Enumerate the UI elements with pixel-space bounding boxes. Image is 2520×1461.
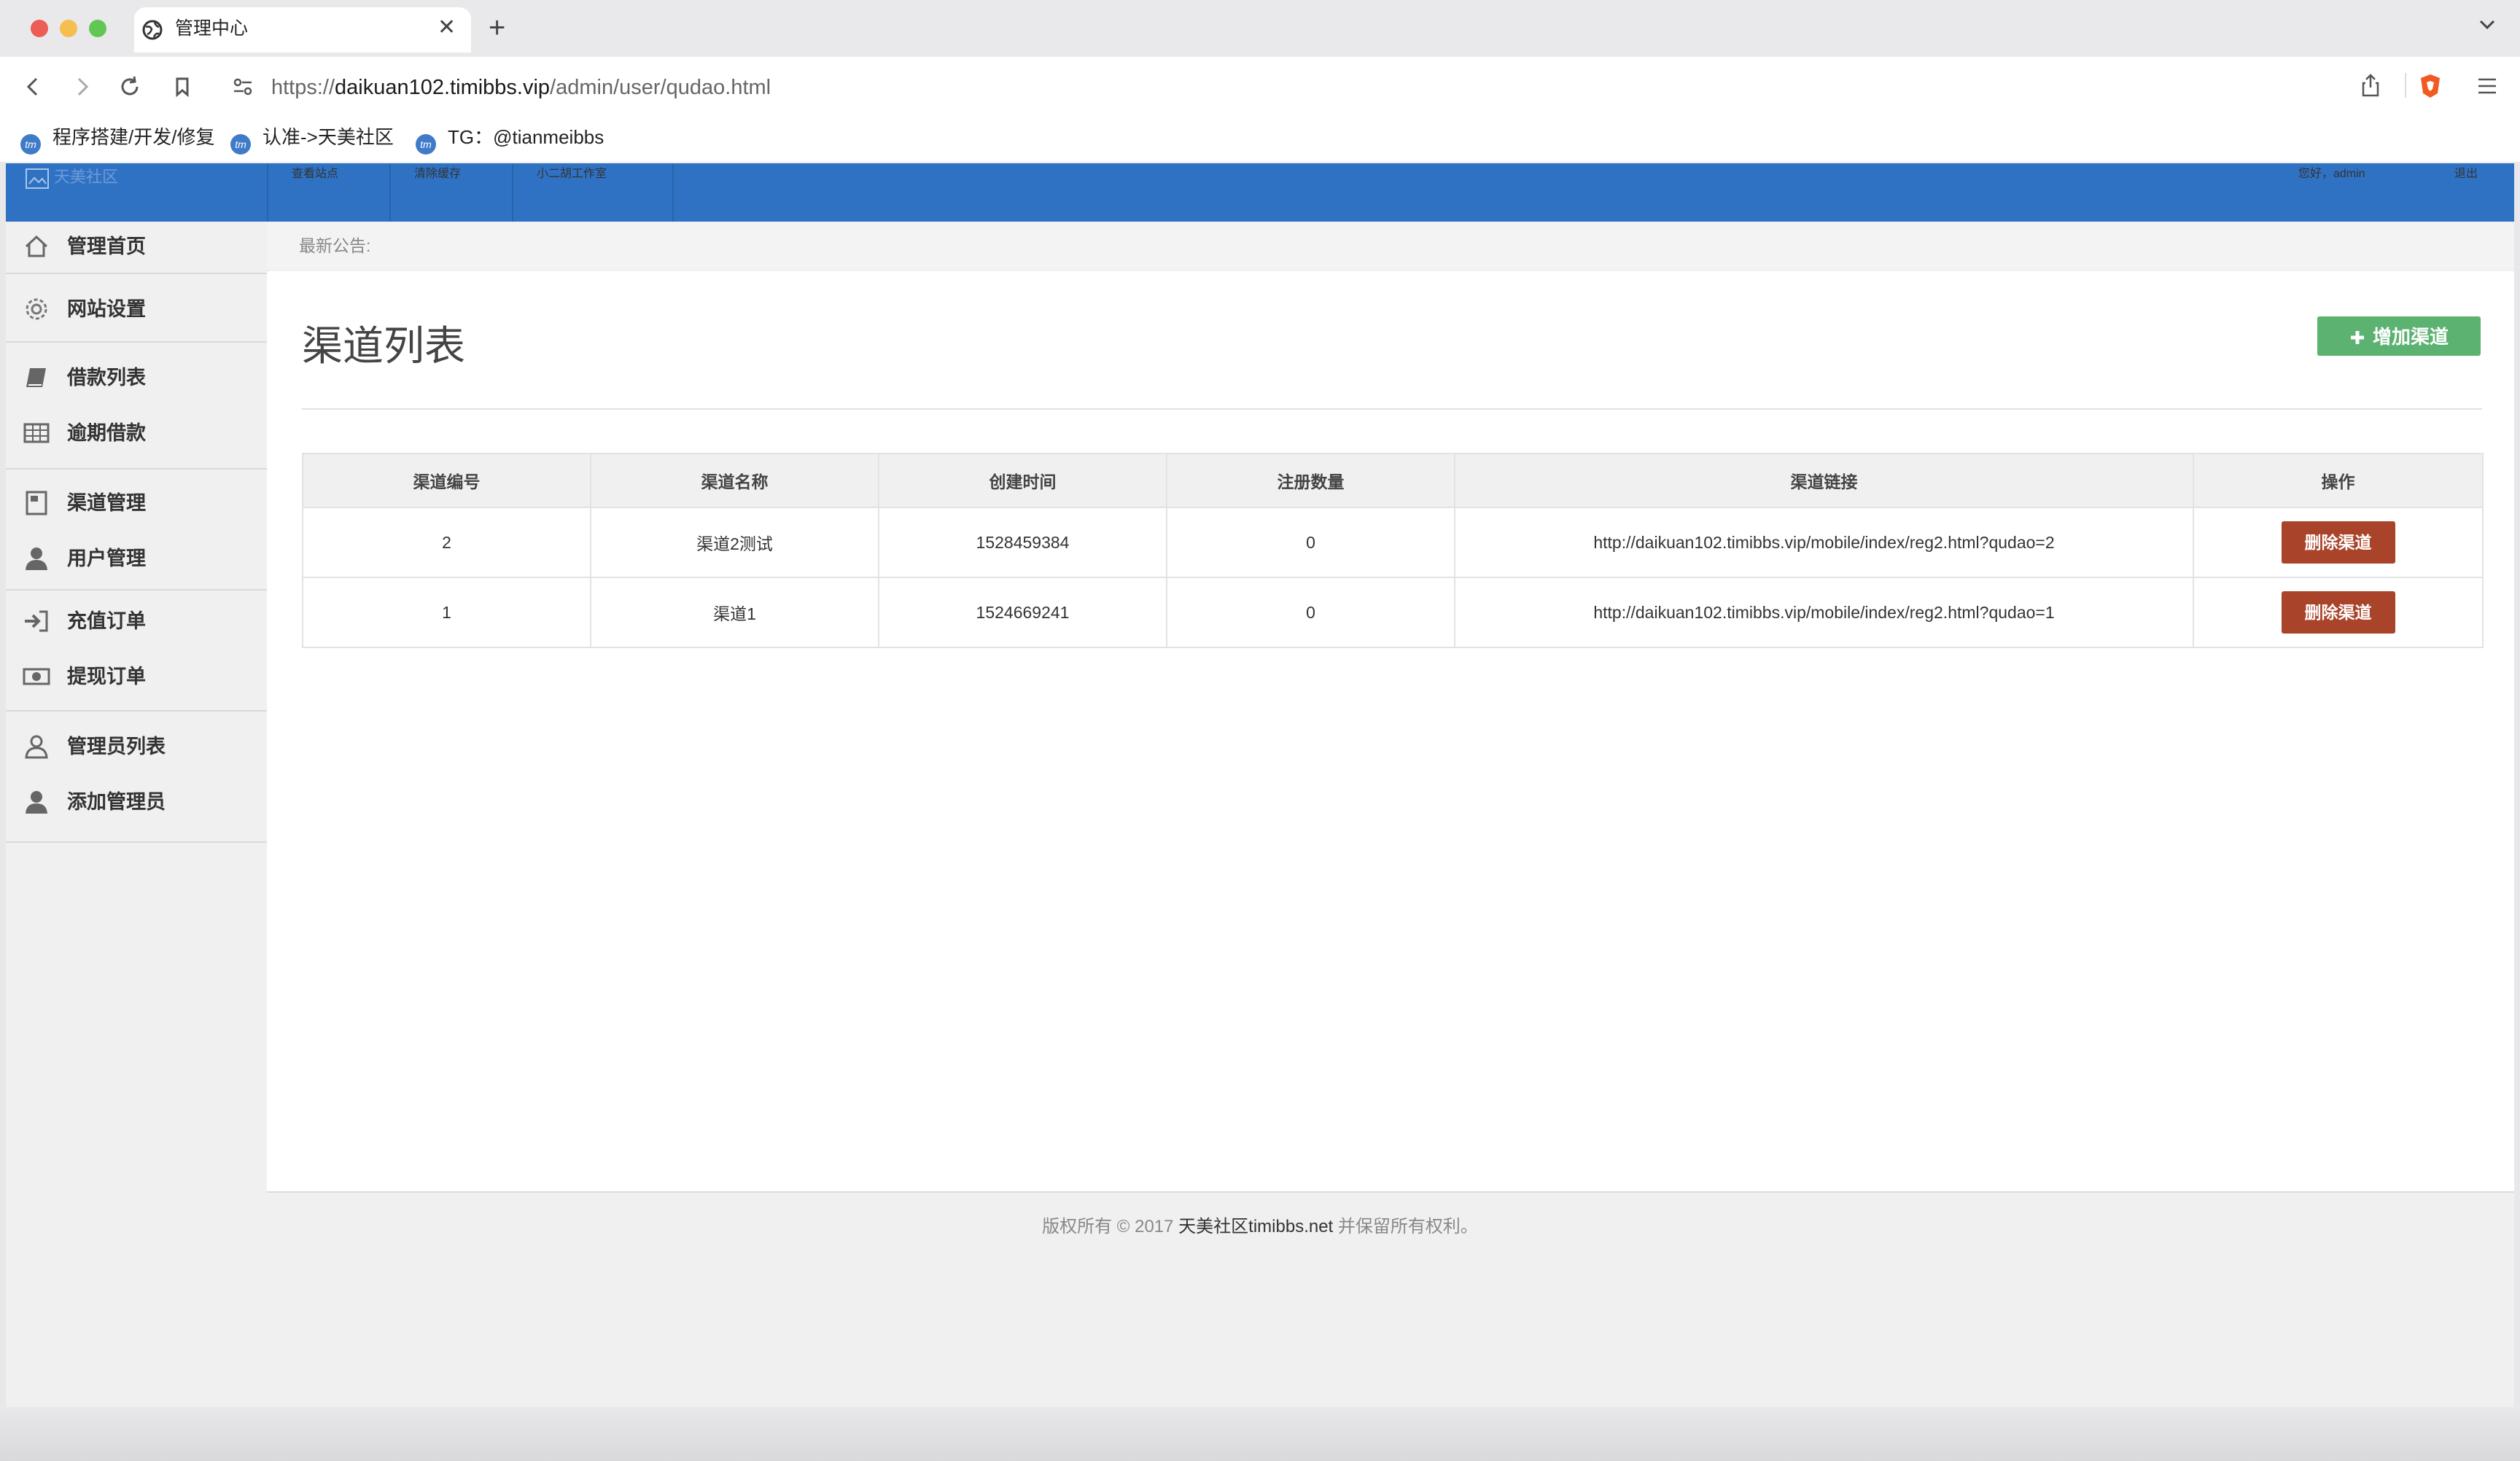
nav-divider bbox=[512, 163, 513, 222]
sidebar-item-withdraw-orders[interactable]: 提现订单 bbox=[6, 649, 267, 704]
toolbar-divider bbox=[2405, 73, 2406, 98]
nav-divider bbox=[389, 163, 391, 222]
channel-name-cell: 渠道1 bbox=[590, 577, 879, 648]
nav-clear-cache[interactable]: 清除缓存 bbox=[414, 163, 461, 181]
sidebar-divider bbox=[6, 710, 267, 712]
sidebar-divider bbox=[6, 341, 267, 343]
new-tab-button[interactable]: + bbox=[489, 12, 505, 44]
menu-icon[interactable] bbox=[2476, 76, 2498, 96]
money-icon bbox=[23, 668, 50, 685]
add-channel-button[interactable]: 增加渠道 bbox=[2317, 316, 2481, 356]
back-icon[interactable] bbox=[22, 75, 45, 98]
sidebar-item-loans[interactable]: 借款列表 bbox=[6, 350, 267, 405]
table-icon bbox=[23, 423, 50, 443]
share-icon[interactable] bbox=[2360, 73, 2381, 98]
nav-studio[interactable]: 小二胡工作室 bbox=[537, 163, 607, 181]
minimize-window-button[interactable] bbox=[60, 20, 77, 37]
register-count-cell: 0 bbox=[1166, 577, 1455, 648]
sidebar-item-site-settings[interactable]: 网站设置 bbox=[6, 281, 267, 337]
table-header-row: 渠道编号 渠道名称 创建时间 注册数量 渠道链接 操作 bbox=[302, 453, 2484, 508]
user-greeting[interactable]: 您好，admin bbox=[2298, 163, 2365, 181]
sidebar-divider bbox=[6, 841, 267, 843]
sidebar-item-admin-list[interactable]: 管理员列表 bbox=[6, 719, 267, 774]
bookmark-icon[interactable] bbox=[171, 75, 194, 98]
delete-channel-button[interactable]: 删除渠道 bbox=[2281, 591, 2395, 634]
created-time-cell: 1524669241 bbox=[878, 577, 1167, 648]
channel-id-cell: 2 bbox=[302, 507, 591, 578]
broken-image-icon bbox=[26, 168, 49, 189]
logout-link[interactable]: 退出 bbox=[2454, 163, 2478, 181]
sidebar-item-users[interactable]: 用户管理 bbox=[6, 531, 267, 586]
tab-close-icon[interactable]: ✕ bbox=[438, 15, 456, 41]
tab-title: 管理中心 bbox=[175, 18, 249, 39]
reload-icon[interactable] bbox=[118, 75, 141, 98]
sidebar-divider bbox=[6, 468, 267, 470]
bookmark-item[interactable]: tm 认准->天美社区 bbox=[230, 124, 394, 155]
channel-name-cell: 渠道2测试 bbox=[590, 507, 879, 578]
announcement-label: 最新公告: bbox=[299, 236, 371, 255]
channel-table: 渠道编号 渠道名称 创建时间 注册数量 渠道链接 操作 2 渠道2测试 1528… bbox=[302, 453, 2484, 648]
footer-brand-link[interactable]: 天美社区timibbs.net bbox=[1178, 1217, 1333, 1236]
site-settings-icon[interactable] bbox=[232, 76, 254, 98]
sign-in-icon bbox=[25, 610, 48, 632]
sidebar-divider bbox=[6, 589, 267, 591]
title-divider bbox=[302, 408, 2482, 410]
bookmark-item[interactable]: tm TG：@tianmeibbs bbox=[416, 124, 604, 155]
gear-icon bbox=[26, 298, 47, 320]
created-time-cell: 1528459384 bbox=[878, 507, 1167, 578]
forward-icon[interactable] bbox=[70, 75, 93, 98]
channel-id-cell: 1 bbox=[302, 577, 591, 648]
globe-icon bbox=[142, 20, 163, 40]
table-row: 1 渠道1 1524669241 0 http://daikuan102.tim… bbox=[302, 577, 2484, 648]
user-icon bbox=[26, 791, 47, 814]
bookmark-item[interactable]: tm 程序搭建/开发/修复 bbox=[20, 124, 214, 155]
action-cell: 删除渠道 bbox=[2193, 507, 2484, 578]
sidebar-divider bbox=[6, 273, 267, 274]
chevron-down-icon[interactable] bbox=[2478, 15, 2497, 34]
delete-channel-button[interactable]: 删除渠道 bbox=[2281, 521, 2395, 564]
document-icon bbox=[26, 491, 47, 515]
top-navbar bbox=[6, 163, 2514, 222]
column-header: 注册数量 bbox=[1166, 453, 1455, 508]
register-count-cell: 0 bbox=[1166, 507, 1455, 578]
sidebar-item-recharge-orders[interactable]: 充值订单 bbox=[6, 593, 267, 649]
user-outline-icon bbox=[25, 735, 48, 759]
channel-link-cell: http://daikuan102.timibbs.vip/mobile/ind… bbox=[1454, 577, 2194, 648]
bookmark-favicon-icon: tm bbox=[416, 134, 436, 155]
close-window-button[interactable] bbox=[31, 20, 48, 37]
bookmark-favicon-icon: tm bbox=[20, 134, 41, 155]
url-text[interactable]: https://daikuan102.timibbs.vip/admin/use… bbox=[271, 73, 771, 102]
nav-divider bbox=[672, 163, 674, 222]
sidebar-item-channels[interactable]: 渠道管理 bbox=[6, 475, 267, 531]
brave-shield-icon[interactable] bbox=[2418, 73, 2443, 99]
column-header: 渠道链接 bbox=[1454, 453, 2194, 508]
home-icon bbox=[25, 235, 48, 257]
book-icon bbox=[26, 368, 46, 387]
column-header: 渠道名称 bbox=[590, 453, 879, 508]
announcement-bar: 最新公告: bbox=[267, 222, 2514, 270]
table-row: 2 渠道2测试 1528459384 0 http://daikuan102.t… bbox=[302, 507, 2484, 578]
maximize-window-button[interactable] bbox=[89, 20, 106, 37]
window-bottom-shadow bbox=[0, 1407, 2520, 1461]
sidebar-item-overdue[interactable]: 逾期借款 bbox=[6, 405, 267, 461]
user-icon bbox=[26, 548, 47, 570]
sidebar-item-add-admin[interactable]: 添加管理员 bbox=[6, 774, 267, 830]
nav-view-site[interactable]: 查看站点 bbox=[292, 163, 338, 181]
logo-alt-text: 天美社区 bbox=[54, 168, 119, 186]
channel-link-cell: http://daikuan102.timibbs.vip/mobile/ind… bbox=[1454, 507, 2194, 578]
page-title: 渠道列表 bbox=[302, 323, 465, 369]
bookmark-favicon-icon: tm bbox=[230, 134, 251, 155]
sidebar-item-home[interactable]: 管理首页 bbox=[6, 219, 267, 274]
nav-divider bbox=[267, 163, 268, 222]
column-header: 渠道编号 bbox=[302, 453, 591, 508]
action-cell: 删除渠道 bbox=[2193, 577, 2484, 648]
column-header: 操作 bbox=[2193, 453, 2484, 508]
plus-icon bbox=[2350, 331, 2364, 344]
footer: 版权所有 © 2017 天美社区timibbs.net 并保留所有权利。 bbox=[1042, 1217, 1478, 1236]
column-header: 创建时间 bbox=[878, 453, 1167, 508]
